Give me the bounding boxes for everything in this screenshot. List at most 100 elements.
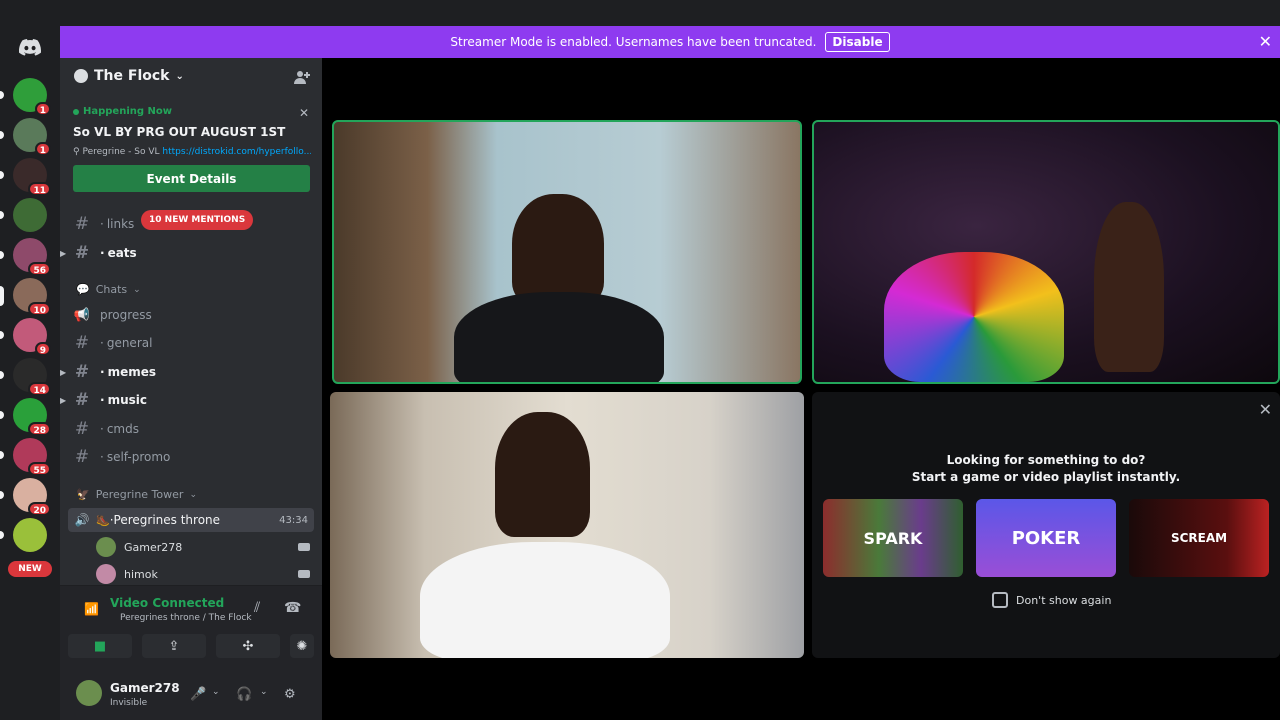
- guild-header[interactable]: The Flock ⌄: [74, 68, 184, 84]
- event-link[interactable]: https://distrokid.com/hyperfollo...: [162, 147, 311, 157]
- avatar: [96, 564, 116, 584]
- category-label: Chats: [95, 283, 128, 296]
- microphone-icon[interactable]: 🎤: [190, 687, 206, 702]
- new-badge: NEW: [8, 561, 52, 577]
- gear-icon[interactable]: ⚙: [284, 687, 296, 702]
- checkbox[interactable]: [992, 592, 1008, 608]
- disconnect-icon[interactable]: ☎: [284, 600, 301, 616]
- avatar[interactable]: [76, 680, 102, 706]
- server-icon[interactable]: [13, 198, 47, 232]
- unread-pip: [0, 371, 4, 379]
- server-icon[interactable]: 11: [13, 158, 51, 196]
- voice-user[interactable]: Gamer278: [96, 535, 310, 559]
- streamer-mode-bar: Streamer Mode is enabled. Usernames have…: [60, 26, 1280, 58]
- server-icon[interactable]: 56: [13, 238, 51, 276]
- disable-streamer-mode-button[interactable]: Disable: [825, 32, 890, 52]
- avatar: [96, 537, 116, 557]
- activity-card-poker-night[interactable]: POKER: [976, 499, 1116, 577]
- unread-pip: [0, 91, 4, 99]
- screen-share-button[interactable]: ⇪: [142, 634, 206, 658]
- channel-name: progress: [100, 308, 152, 322]
- boot-icon: 🥾: [96, 513, 110, 527]
- video-tile[interactable]: [812, 120, 1280, 384]
- user-name: Gamer278: [110, 681, 180, 695]
- chevron-down-icon[interactable]: ⌄: [212, 687, 220, 697]
- server-icon[interactable]: 1: [13, 118, 51, 156]
- channel-cmds[interactable]: # · cmds: [68, 416, 314, 442]
- headphones-icon[interactable]: 🎧: [236, 687, 252, 702]
- server-icon[interactable]: [13, 518, 47, 552]
- server-icon[interactable]: 14: [13, 358, 51, 396]
- mention-badge: 11: [28, 182, 51, 196]
- dont-show-again-option[interactable]: Don't show again: [992, 592, 1111, 608]
- voice-channel-peregrines-throne[interactable]: 🔊 🥾 · Peregrines throne 43:34: [68, 508, 314, 532]
- camera-toggle-button[interactable]: ■: [68, 634, 132, 658]
- soundboard-button[interactable]: ✺: [290, 634, 314, 658]
- user-panel: Gamer278 Invisible 🎤 ⌄ 🎧 ⌄ ⚙: [60, 663, 322, 720]
- participant-body: [884, 252, 1064, 382]
- hash-icon: #: [74, 214, 90, 234]
- voice-user[interactable]: himok: [96, 562, 310, 586]
- channel-self-promo[interactable]: # · self-promo: [68, 444, 314, 470]
- event-details-button[interactable]: Event Details: [73, 165, 310, 192]
- channel-name: eats: [107, 246, 137, 260]
- server-icon-the-flock[interactable]: 10: [13, 278, 51, 316]
- mention-badge: 20: [28, 502, 51, 516]
- server-icon[interactable]: 1: [13, 78, 51, 116]
- bird-icon: 🦅: [76, 488, 90, 501]
- category-peregrine-tower[interactable]: 🦅 Peregrine Tower ⌄: [76, 488, 197, 501]
- mention-badge: 55: [28, 462, 51, 476]
- chevron-down-icon: ⌄: [133, 284, 141, 295]
- mention-badge: 28: [28, 422, 51, 436]
- unread-pip: [0, 331, 4, 339]
- participant-face: [495, 412, 590, 537]
- activity-card-scream[interactable]: SCREAM: [1129, 499, 1269, 577]
- participant-body: [420, 542, 670, 658]
- channel-memes[interactable]: ▶ # · memes: [60, 359, 314, 385]
- close-icon[interactable]: ✕: [299, 106, 309, 120]
- channel-name: general: [106, 336, 153, 350]
- server-icon[interactable]: 9: [13, 318, 51, 356]
- video-tile[interactable]: [330, 392, 804, 658]
- channel-name: links: [106, 217, 135, 231]
- channel-sidebar: The Flock ⌄ Happening Now ✕ So VL BY PRG…: [60, 58, 322, 720]
- location-pin-icon: ⚲: [73, 147, 80, 157]
- server-icon[interactable]: 28: [13, 398, 51, 436]
- new-mentions-pill[interactable]: 10 NEW MENTIONS: [141, 210, 254, 230]
- user-status: Invisible: [110, 698, 148, 708]
- category-label: Peregrine Tower: [95, 488, 184, 501]
- hash-icon: #: [74, 390, 90, 410]
- chevron-down-icon: ⌄: [189, 489, 197, 500]
- category-chats[interactable]: 💬 Chats ⌄: [76, 283, 141, 296]
- server-icon[interactable]: 55: [13, 438, 51, 476]
- channel-progress[interactable]: 📢 progress: [68, 302, 314, 328]
- participant-face: [512, 194, 604, 304]
- discord-home-icon[interactable]: [15, 33, 45, 61]
- activity-card-spark[interactable]: SPARK: [823, 499, 963, 577]
- participant-body: [1094, 202, 1164, 372]
- channel-eats[interactable]: ▶ # · eats: [60, 240, 314, 266]
- voice-channel-name: Peregrines throne: [113, 513, 221, 527]
- channel-music[interactable]: ▶ # · music: [60, 387, 314, 413]
- signal-icon: 📶: [84, 602, 99, 616]
- channel-general[interactable]: # · general: [68, 330, 314, 356]
- noise-suppression-icon[interactable]: ⫽: [254, 600, 260, 616]
- mention-badge: 1: [34, 142, 51, 156]
- mention-badge: 56: [28, 262, 51, 276]
- activity-suggestions-panel: ✕ Looking for something to do? Start a g…: [812, 392, 1280, 658]
- unread-pip: [0, 451, 4, 459]
- close-icon[interactable]: ✕: [1259, 32, 1272, 51]
- screen-share-icon: ⇪: [168, 638, 180, 654]
- invite-people-icon[interactable]: [294, 69, 312, 87]
- video-tile[interactable]: [332, 120, 802, 384]
- unread-pip: [0, 491, 4, 499]
- hash-icon: #: [74, 447, 90, 467]
- close-icon[interactable]: ✕: [1259, 400, 1272, 419]
- unread-pip: [0, 251, 4, 259]
- caret-right-icon: ▶: [60, 367, 67, 377]
- chevron-down-icon[interactable]: ⌄: [260, 687, 268, 697]
- activities-button[interactable]: ✣: [216, 634, 280, 658]
- unread-pip: [0, 531, 4, 539]
- rocket-icon: ✣: [242, 638, 254, 654]
- server-icon[interactable]: 20: [13, 478, 51, 516]
